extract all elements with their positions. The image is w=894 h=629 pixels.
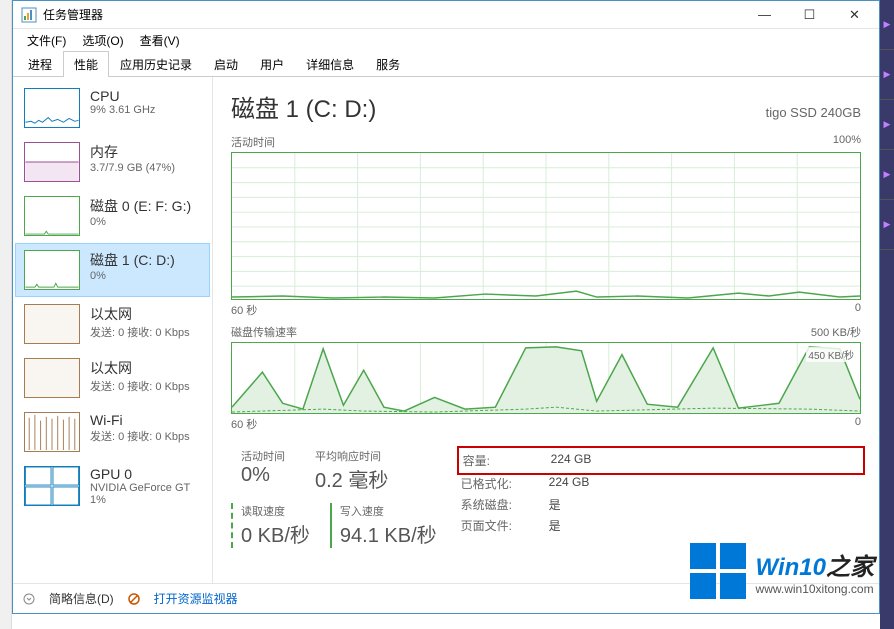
chart-label-tr: 100% [833,134,861,150]
sidebar-item-ethernet-1[interactable]: 以太网 发送: 0 接收: 0 Kbps [15,351,210,405]
sidebar-item-gpu0[interactable]: GPU 0 NVIDIA GeForce GT 1% [15,459,210,513]
close-button[interactable]: ✕ [832,1,877,29]
sidebar-item-label: GPU 0 [90,466,201,482]
open-resmon-link[interactable]: 打开资源监视器 [154,590,238,607]
sidebar-item-sub: 9% 3.61 GHz [90,104,201,116]
tab-processes[interactable]: 进程 [17,51,63,77]
avg-response-value: 0.2 毫秒 [315,464,388,493]
sidebar-item-sub: 3.7/7.9 GB (47%) [90,162,201,174]
titlebar[interactable]: 任务管理器 — ☐ ✕ [13,1,879,29]
menu-options[interactable]: 选项(O) [74,30,131,51]
read-speed-value: 0 KB/秒 [241,519,310,548]
chart-label-tl: 活动时间 [231,134,275,150]
cpu-thumb-icon [24,88,80,128]
fewer-details-button[interactable]: 简略信息(D) [49,590,114,607]
pagefile-value: 是 [549,517,561,534]
sidebar-item-label: 内存 [90,142,201,162]
disk-thumb-icon [24,196,80,236]
watermark: Win10之家 www.win10xitong.com [690,543,874,599]
main-panel: 磁盘 1 (C: D:) tigo SSD 240GB 活动时间 100% [213,77,879,583]
chart-label-tl: 磁盘传输速率 [231,324,297,340]
tab-details[interactable]: 详细信息 [295,51,365,77]
system-disk-key: 系统磁盘: [461,496,533,513]
system-disk-value: 是 [549,496,561,513]
avg-response-label: 平均响应时间 [315,448,388,464]
menu-file[interactable]: 文件(F) [19,30,74,51]
capacity-key: 容量: [463,452,535,469]
sidebar-item-sub: 0% [90,216,201,228]
chart-x-left: 60 秒 [231,302,257,318]
transfer-chart: 磁盘传输速率 500 KB/秒 450 KB/秒 60 秒 [231,324,861,432]
chart-x-right: 0 [855,416,861,432]
write-speed-value: 94.1 KB/秒 [340,519,437,548]
tab-users[interactable]: 用户 [249,51,295,77]
sidebar[interactable]: CPU 9% 3.61 GHz 内存 3.7/7.9 GB (47%) [13,77,213,583]
minimize-button[interactable]: — [742,1,787,29]
tab-services[interactable]: 服务 [365,51,411,77]
sidebar-item-wifi[interactable]: Wi-Fi 发送: 0 接收: 0 Kbps [15,405,210,459]
window-title: 任务管理器 [43,6,742,23]
menubar: 文件(F) 选项(O) 查看(V) [13,29,879,51]
capacity-highlight: 容量: 224 GB [457,446,865,475]
formatted-value: 224 GB [549,475,590,492]
activity-chart: 活动时间 100% 60 秒 0 [231,134,861,318]
app-icon [21,7,37,23]
chart-label-tr: 500 KB/秒 [811,324,861,340]
sidebar-item-sub: 0% [90,270,201,282]
memory-thumb-icon [24,142,80,182]
sidebar-item-sub: 发送: 0 接收: 0 Kbps [90,378,201,394]
disk-model: tigo SSD 240GB [766,105,861,120]
sidebar-item-sub: NVIDIA GeForce GT [90,482,201,494]
gpu-thumb-icon [24,466,80,506]
ethernet-thumb-icon [24,304,80,344]
tabbar: 进程 性能 应用历史记录 启动 用户 详细信息 服务 [13,51,879,77]
watermark-url: www.win10xitong.com [756,582,874,596]
active-time-value: 0% [241,464,285,487]
disk-thumb-icon [24,250,80,290]
resmon-icon [128,593,140,605]
active-time-label: 活动时间 [241,448,285,464]
pagefile-key: 页面文件: [461,517,533,534]
sidebar-item-label: 磁盘 1 (C: D:) [90,250,201,270]
chevron-down-icon[interactable] [23,593,35,605]
windows-logo-icon [690,543,746,599]
sidebar-item-label: 磁盘 0 (E: F: G:) [90,196,201,216]
sidebar-item-disk1[interactable]: 磁盘 1 (C: D:) 0% [15,243,210,297]
sidebar-item-label: Wi-Fi [90,412,201,428]
sidebar-item-memory[interactable]: 内存 3.7/7.9 GB (47%) [15,135,210,189]
capacity-value: 224 GB [551,452,592,469]
sidebar-item-cpu[interactable]: CPU 9% 3.61 GHz [15,81,210,135]
sidebar-item-label: 以太网 [90,358,201,378]
sidebar-item-label: CPU [90,88,201,104]
tab-apphistory[interactable]: 应用历史记录 [109,51,203,77]
write-speed-label: 写入速度 [340,503,437,519]
formatted-key: 已格式化: [461,475,533,492]
menu-view[interactable]: 查看(V) [132,30,188,51]
chart-x-left: 60 秒 [231,416,257,432]
sidebar-item-sub2: 1% [90,494,201,506]
chart-inset-label: 450 KB/秒 [806,347,856,362]
tab-performance[interactable]: 性能 [63,51,109,77]
wifi-thumb-icon [24,412,80,452]
sidebar-item-sub: 发送: 0 接收: 0 Kbps [90,428,201,444]
watermark-title: Win10之家 [756,547,874,582]
sidebar-item-label: 以太网 [90,304,201,324]
sidebar-item-sub: 发送: 0 接收: 0 Kbps [90,324,201,340]
sidebar-item-ethernet-0[interactable]: 以太网 发送: 0 接收: 0 Kbps [15,297,210,351]
tab-startup[interactable]: 启动 [203,51,249,77]
activity-chart-area[interactable] [231,152,861,300]
transfer-chart-area[interactable]: 450 KB/秒 [231,342,861,414]
task-manager-window: 任务管理器 — ☐ ✕ 文件(F) 选项(O) 查看(V) 进程 性能 应用历史… [12,0,880,614]
properties-table: 容量: 224 GB 已格式化: 224 GB 系统磁盘: 是 [461,446,861,536]
page-title: 磁盘 1 (C: D:) [231,89,376,124]
chart-x-right: 0 [855,302,861,318]
read-speed-label: 读取速度 [241,503,310,519]
sidebar-item-disk0[interactable]: 磁盘 0 (E: F: G:) 0% [15,189,210,243]
ethernet-thumb-icon [24,358,80,398]
maximize-button[interactable]: ☐ [787,1,832,29]
